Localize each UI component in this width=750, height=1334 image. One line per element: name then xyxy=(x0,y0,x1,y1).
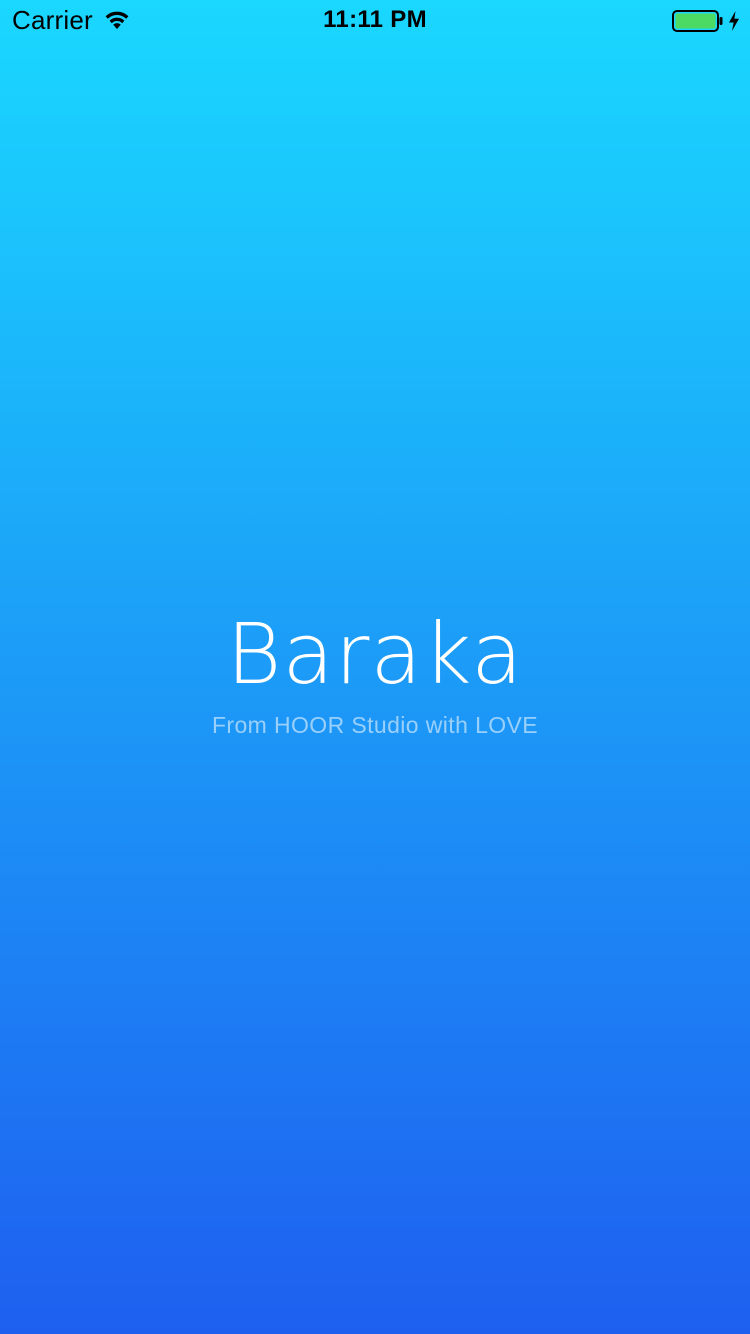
battery-group xyxy=(672,10,740,32)
bolt-icon xyxy=(729,11,739,31)
app-title: Baraka xyxy=(226,605,524,703)
battery-icon xyxy=(672,10,723,32)
splash-content: Baraka From HOOR Studio with LOVE xyxy=(0,600,750,740)
battery-fill xyxy=(675,13,716,29)
wifi-icon xyxy=(105,11,129,29)
status-bar: Carrier 11:11 PM xyxy=(0,0,750,40)
carrier-group: Carrier xyxy=(12,6,131,34)
app-subtitle: From HOOR Studio with LOVE xyxy=(211,712,539,738)
carrier-label: Carrier xyxy=(12,5,93,35)
